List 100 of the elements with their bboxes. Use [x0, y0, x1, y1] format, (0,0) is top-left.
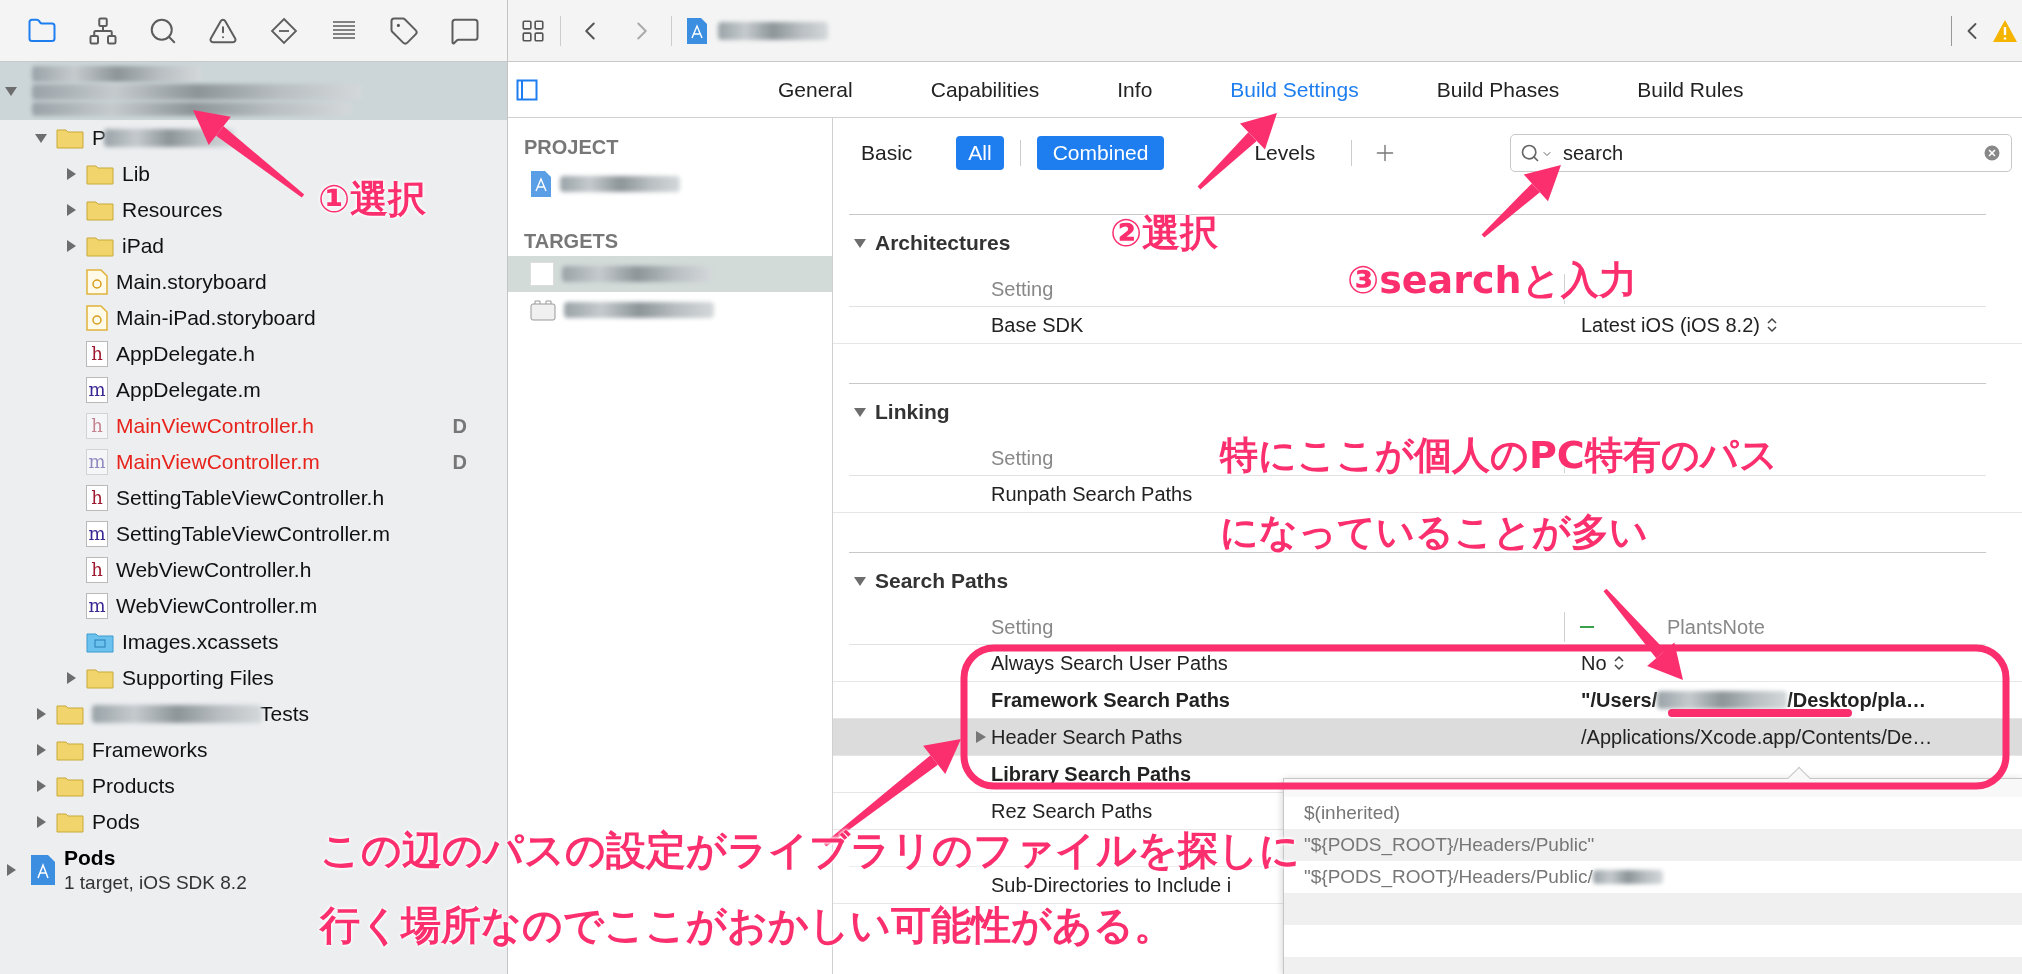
collapsed-triangle-icon[interactable] [34, 815, 48, 829]
setting-name[interactable]: Runpath Search Paths [991, 483, 1193, 505]
section-header[interactable]: Linking [849, 396, 954, 428]
tree-item[interactable]: Frameworks [0, 732, 212, 768]
project-file-icon[interactable] [530, 170, 552, 198]
editor-tab[interactable]: Build Rules [1637, 73, 1744, 106]
tree-item[interactable]: h WebViewController.h [0, 552, 316, 588]
tree-item[interactable]: m WebViewController.m [0, 588, 322, 624]
file-name: P [92, 125, 106, 152]
path-value: "${PODS_ROOT}/Headers/Public" [1304, 832, 1595, 858]
setting-name[interactable]: Base SDK [991, 314, 1084, 336]
collapsed-triangle-icon[interactable] [4, 863, 18, 877]
target-item[interactable] [508, 256, 832, 292]
file-name: Main-iPad.storyboard [116, 305, 316, 332]
filter-button[interactable]: All [956, 136, 1004, 170]
annotation-text: 特にここが個人のPC特有のパス [1220, 434, 1778, 478]
editor-tab[interactable]: Build Phases [1436, 73, 1560, 106]
file-name: Main.storyboard [116, 269, 267, 296]
source-file-icon: m [86, 377, 108, 403]
collapsed-triangle-icon[interactable] [64, 167, 78, 181]
source-file-icon: h [86, 413, 108, 439]
editor-tab[interactable]: Build Settings [1230, 73, 1359, 106]
source-file-icon: m [86, 449, 108, 475]
section-header[interactable]: Architectures [849, 227, 1015, 259]
section-title: Search Paths [875, 568, 1009, 595]
test-bundle-icon [530, 299, 556, 321]
column-header: Setting [991, 446, 1054, 469]
file-name: Frameworks [92, 737, 208, 764]
app-icon [530, 262, 554, 286]
tree-item[interactable]: m SettingTableViewController.m [0, 516, 394, 552]
target-name: PlantsNote [1667, 614, 1765, 640]
tree-item[interactable]: Tests [0, 696, 313, 732]
path-value: "${PODS_ROOT}/Headers/Public/ [1304, 864, 1593, 890]
setting-name[interactable]: Rez Search Paths [991, 800, 1153, 822]
tree-item[interactable]: Images.xcassets [0, 624, 283, 660]
tree-item[interactable]: iPad [0, 228, 169, 264]
tree-item[interactable]: Main.storyboard [0, 264, 271, 300]
annotation-text: ③searchと入力 [1347, 259, 1637, 303]
project-item[interactable]: Pods 1 target, iOS SDK 8.2 [0, 840, 255, 900]
file-name: AppDelegate.m [116, 377, 261, 404]
expanded-triangle-icon[interactable] [4, 84, 18, 98]
collapsed-triangle-icon[interactable] [64, 203, 78, 217]
section-label: TARGETS [523, 229, 620, 254]
setting-name[interactable]: Header Search Paths [991, 726, 1183, 748]
storyboard-file-icon [86, 305, 108, 331]
file-name: WebViewController.m [116, 593, 318, 620]
editor-tab[interactable]: Info [1117, 73, 1153, 106]
path-value: $(inherited) [1304, 800, 1401, 825]
editor-tab[interactable]: General [778, 73, 853, 106]
source-file-icon: h [86, 557, 108, 583]
setting-value: "/Users/ [1581, 688, 1658, 713]
editor-tab[interactable]: Capabilities [930, 73, 1040, 106]
file-name: AppDelegate.h [116, 341, 255, 368]
tree-item[interactable]: h SettingTableViewController.h [0, 480, 389, 516]
file-name: SettingTableViewController.m [116, 521, 390, 548]
project-subtitle: 1 target, iOS SDK 8.2 [64, 871, 247, 895]
tree-item[interactable]: m AppDelegate.m [0, 372, 265, 408]
stepper-icon[interactable] [1612, 654, 1625, 672]
annotation-text: ②選択 [1110, 212, 1219, 256]
expanded-triangle-icon[interactable] [853, 574, 867, 588]
setting-name[interactable]: Library Search Paths [991, 763, 1192, 785]
tree-item[interactable]: Pods [0, 804, 144, 840]
disclosure-triangle-icon[interactable] [975, 730, 987, 744]
setting-name[interactable]: Always Search User Paths [991, 652, 1228, 674]
expanded-triangle-icon[interactable] [853, 405, 867, 419]
sidebar-toggle-icon[interactable] [516, 78, 538, 101]
tree-item[interactable]: Supporting Files [0, 660, 278, 696]
search-icon [1520, 143, 1540, 163]
related-items-icon[interactable] [520, 17, 546, 44]
tree-item[interactable]: Main-iPad.storyboard [0, 300, 320, 336]
search-field[interactable]: search [1510, 134, 2012, 172]
expanded-triangle-icon[interactable] [853, 236, 867, 250]
tree-item[interactable]: Lib [0, 156, 155, 192]
file-name: Tests [260, 701, 309, 728]
filter-button[interactable]: Combined [1036, 136, 1165, 170]
tree-item[interactable]: h MainViewController.h [0, 408, 319, 444]
collapsed-triangle-icon[interactable] [64, 671, 78, 685]
section-title: Architectures [875, 230, 1011, 257]
folder-icon [86, 163, 114, 185]
filter-button[interactable]: Basic [849, 136, 925, 170]
setting-value: Latest iOS (iOS 8.2) [1581, 313, 1760, 338]
folder-icon [86, 667, 114, 689]
selected-row[interactable]: Header Search Paths /Applications/Xcode.app/Contents/De… [833, 719, 2022, 756]
setting-name[interactable]: Sub-Directories to Include i [991, 874, 1232, 896]
collapsed-triangle-icon[interactable] [34, 743, 48, 757]
project-file-icon [686, 16, 708, 45]
section-header[interactable]: Search Paths [849, 565, 1013, 597]
setting-name[interactable]: Framework Search Paths [991, 689, 1230, 711]
file-name: MainViewController.m [116, 449, 320, 476]
tree-item[interactable]: Resources [0, 192, 227, 228]
expanded-triangle-icon[interactable] [34, 131, 48, 145]
file-name: Supporting Files [122, 665, 274, 692]
collapsed-triangle-icon[interactable] [64, 239, 78, 253]
tree-item[interactable]: m MainViewController.m [0, 444, 324, 480]
tree-item[interactable]: h AppDelegate.h [0, 336, 259, 372]
collapsed-triangle-icon[interactable] [34, 779, 48, 793]
stepper-icon[interactable] [1765, 316, 1778, 334]
filter-button[interactable]: Levels [1238, 136, 1332, 170]
tree-item[interactable]: Products [0, 768, 179, 804]
collapsed-triangle-icon[interactable] [34, 707, 48, 721]
